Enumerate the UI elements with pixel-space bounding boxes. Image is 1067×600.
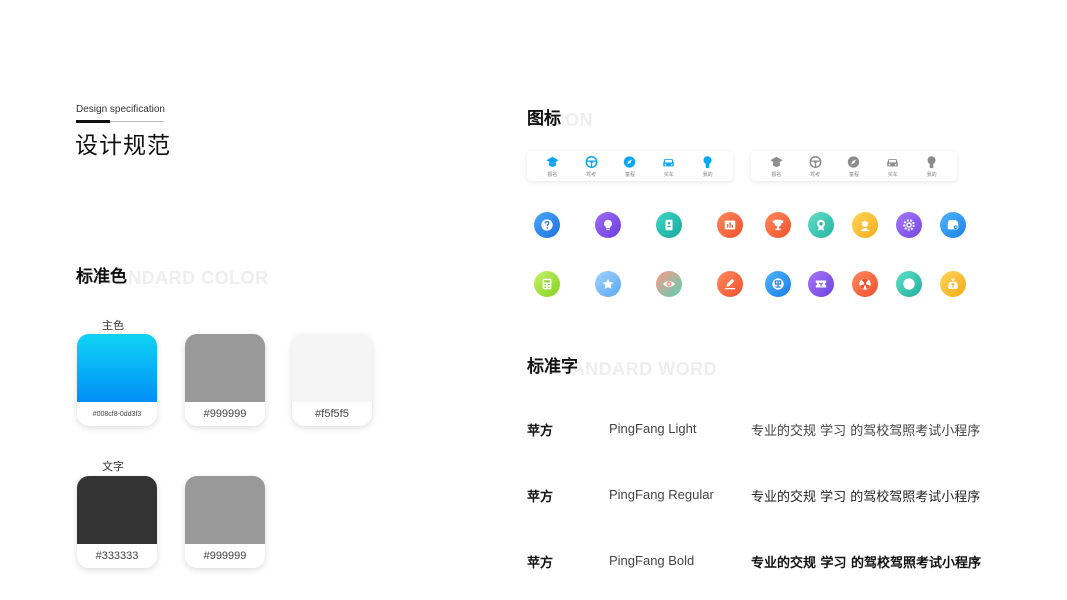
design-spec-subtitle: Design specification xyxy=(76,104,165,115)
icon-section-title: 图标 xyxy=(527,109,561,129)
graduation-cap-icon xyxy=(544,155,561,169)
tab-item: 买车 xyxy=(652,155,686,178)
font-sample-bold: 专业的交规 学习 的驾校驾照考试小程序 xyxy=(751,556,982,571)
trophy-icon xyxy=(765,212,791,238)
swatch-fill xyxy=(77,476,157,544)
steering-wheel-icon xyxy=(583,155,600,169)
tabbar-inactive-preview: 报名 驾考 童程 买车 我的 xyxy=(751,151,957,181)
tab-item-label: 驾考 xyxy=(810,171,821,178)
font-family-regular: PingFang Regular xyxy=(609,487,714,502)
swatch-fill xyxy=(185,476,265,544)
money-bag-icon xyxy=(940,271,966,297)
subtitle-underline-accent xyxy=(76,120,110,123)
font-family-light: PingFang Light xyxy=(609,421,697,436)
swatch-code: #999999 xyxy=(203,408,247,420)
ticket-icon xyxy=(808,271,834,297)
question-icon xyxy=(534,212,560,238)
eye-icon xyxy=(656,271,682,297)
swatch-fill xyxy=(185,334,265,402)
gear-icon xyxy=(896,212,922,238)
tab-item-label: 报名 xyxy=(771,171,782,178)
color-swatch-dark: #333333 xyxy=(77,476,157,568)
tab-item: 报名 xyxy=(535,155,569,178)
tab-item: 买车 xyxy=(876,155,910,178)
standard-word-title: 标准字 xyxy=(527,357,578,377)
tabbar-active-preview: 报名 驾考 童程 买车 我的 xyxy=(527,151,733,181)
tab-item-label: 童程 xyxy=(624,171,635,178)
tab-item: 童程 xyxy=(613,155,647,178)
icon-row-2 xyxy=(534,271,974,297)
font-sample-light: 专业的交规 学习 的驾校驾照考试小程序 xyxy=(751,424,981,439)
font-name: 苹方 xyxy=(527,424,554,439)
free-badge-icon xyxy=(765,271,791,297)
car-icon xyxy=(660,155,677,169)
tab-item-label: 买车 xyxy=(887,171,898,178)
font-sample-regular: 专业的交规 学习 的驾校驾照考试小程序 xyxy=(751,490,981,505)
tab-item-label: 报名 xyxy=(547,171,558,178)
icon-row-1 xyxy=(534,212,974,238)
tab-item-label: 驾考 xyxy=(586,171,597,178)
steering-wheel-icon xyxy=(807,155,824,169)
medal-icon xyxy=(808,212,834,238)
compass-icon xyxy=(896,271,922,297)
tab-item: 驾考 xyxy=(574,155,608,178)
swatch-fill xyxy=(292,334,372,402)
tab-item-label: 买车 xyxy=(663,171,674,178)
radiation-icon xyxy=(852,271,878,297)
user-icon xyxy=(699,155,716,169)
car-icon xyxy=(884,155,901,169)
swatch-code: #f5f5f5 xyxy=(315,408,349,420)
edit-icon xyxy=(717,271,743,297)
swatch-code: #008cf8-0dd3f3 xyxy=(92,410,142,418)
user-icon xyxy=(923,155,940,169)
page-title: 设计规范 xyxy=(75,133,171,159)
subtitle-underline xyxy=(110,121,164,122)
wallet-icon xyxy=(940,212,966,238)
swatch-code: #999999 xyxy=(203,550,247,562)
tab-item: 我的 xyxy=(691,155,725,178)
compass-icon xyxy=(621,155,638,169)
color-swatch-primary-gradient: #008cf8-0dd3f3 xyxy=(77,334,157,426)
id-card-icon xyxy=(656,212,682,238)
font-name: 苹方 xyxy=(527,490,554,505)
swatch-fill xyxy=(77,334,157,402)
lightbulb-icon xyxy=(595,212,621,238)
tab-item-label: 童程 xyxy=(848,171,859,178)
graduation-cap-icon xyxy=(768,155,785,169)
swatch-code: #333333 xyxy=(95,550,139,562)
star-icon xyxy=(595,271,621,297)
tab-item-label: 我的 xyxy=(926,171,937,178)
main-color-label: 主色 xyxy=(102,319,124,332)
font-name: 苹方 xyxy=(527,556,554,571)
tab-item: 我的 xyxy=(915,155,949,178)
font-family-bold: PingFang Bold xyxy=(609,553,695,568)
tab-item: 报名 xyxy=(759,155,793,178)
bar-chart-icon xyxy=(717,212,743,238)
calculator-icon xyxy=(534,271,560,297)
compass-icon xyxy=(845,155,862,169)
standard-color-title: 标准色 xyxy=(76,267,127,287)
tab-item-label: 我的 xyxy=(702,171,713,178)
color-swatch-light-gray: #f5f5f5 xyxy=(292,334,372,426)
color-swatch-gray: #999999 xyxy=(185,334,265,426)
coach-icon xyxy=(852,212,878,238)
text-color-label: 文字 xyxy=(102,460,124,473)
color-swatch-text-gray: #999999 xyxy=(185,476,265,568)
tab-item: 童程 xyxy=(837,155,871,178)
tab-item: 驾考 xyxy=(798,155,832,178)
